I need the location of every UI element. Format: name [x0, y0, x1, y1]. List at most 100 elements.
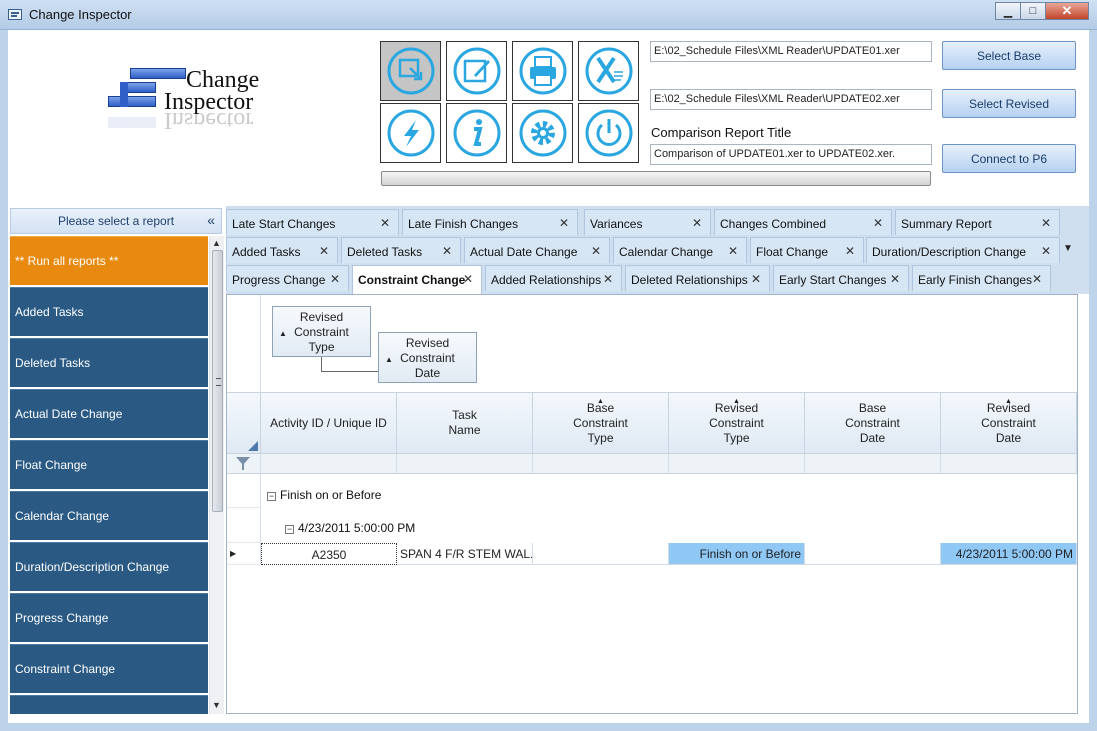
change-inspector-logo: Change Inspector Inspector — [100, 66, 290, 166]
sidebar-item-partial[interactable] — [10, 695, 208, 714]
collapse-group-icon[interactable]: − — [285, 525, 294, 534]
tab-calendar-change[interactable]: Calendar Change ✕ — [613, 237, 747, 263]
current-row-pointer-icon[interactable]: ▶ — [227, 543, 261, 565]
close-tab-icon[interactable]: ✕ — [319, 244, 329, 258]
tab-progress-change[interactable]: Progress Change ✕ — [226, 265, 349, 291]
tab-label: Variances — [590, 217, 643, 231]
tab-early-finish-changes[interactable]: Early Finish Changes ✕ — [912, 265, 1051, 291]
cell-revised-constraint-date[interactable]: 4/23/2011 5:00:00 PM — [941, 543, 1077, 565]
sidebar-item-run-all[interactable]: ** Run all reports ** — [10, 236, 208, 285]
close-tab-icon[interactable]: ✕ — [330, 272, 340, 286]
tab-actual-date-change[interactable]: Actual Date Change ✕ — [464, 237, 610, 263]
group-chip-revised-constraint-type[interactable]: ▲ Revised Constraint Type — [272, 306, 371, 357]
close-tab-icon[interactable]: ✕ — [692, 216, 702, 230]
filter-cell[interactable] — [941, 454, 1077, 474]
select-base-button[interactable]: Select Base — [942, 41, 1076, 70]
tab-summary-report[interactable]: Summary Report ✕ — [895, 209, 1060, 235]
run-button[interactable] — [380, 103, 441, 163]
close-tab-icon[interactable]: ✕ — [728, 244, 738, 258]
collapse-group-icon[interactable]: − — [267, 492, 276, 501]
close-tab-icon[interactable]: ✕ — [890, 272, 900, 286]
group-chip-revised-constraint-date[interactable]: ▲ Revised Constraint Date — [378, 332, 477, 383]
header-text: Date — [995, 430, 1022, 445]
tab-late-finish-changes[interactable]: Late Finish Changes ✕ — [402, 209, 578, 235]
tab-deleted-relationships[interactable]: Deleted Relationships ✕ — [625, 265, 770, 291]
base-file-path-input[interactable]: E:\02_Schedule Files\XML Reader\UPDATE01… — [650, 41, 932, 62]
print-button[interactable] — [512, 41, 573, 101]
cell-base-constraint-date[interactable] — [805, 543, 941, 565]
tab-variances[interactable]: Variances ✕ — [584, 209, 711, 235]
exit-button[interactable] — [578, 103, 639, 163]
close-tab-icon[interactable]: ✕ — [1041, 244, 1051, 258]
close-window-button[interactable]: ✕ — [1045, 2, 1089, 20]
close-tab-icon[interactable]: ✕ — [1041, 216, 1051, 230]
cell-base-constraint-type[interactable] — [533, 543, 669, 565]
filter-cell[interactable] — [261, 454, 397, 474]
tab-added-relationships[interactable]: Added Relationships ✕ — [485, 265, 622, 291]
filter-cell[interactable] — [805, 454, 941, 474]
filter-row-header[interactable] — [227, 454, 261, 474]
excel-export-button[interactable] — [578, 41, 639, 101]
close-tab-icon[interactable]: ✕ — [463, 272, 473, 286]
scrollbar-thumb[interactable] — [212, 250, 223, 512]
cell-revised-constraint-type[interactable]: Finish on or Before — [669, 543, 805, 565]
sidebar-item-progress-change[interactable]: Progress Change — [10, 593, 208, 642]
minimize-button[interactable]: ▁ — [995, 2, 1021, 20]
sidebar-item-duration-description-change[interactable]: Duration/Description Change — [10, 542, 208, 591]
scroll-down-icon[interactable]: ▼ — [212, 700, 221, 710]
close-tab-icon[interactable]: ✕ — [591, 244, 601, 258]
close-tab-icon[interactable]: ✕ — [873, 216, 883, 230]
close-tab-icon[interactable]: ✕ — [845, 244, 855, 258]
tab-float-change[interactable]: Float Change ✕ — [750, 237, 864, 263]
chip-line: Constraint — [294, 325, 349, 339]
column-header-revised-constraint-type[interactable]: ▲ Revised Constraint Type — [669, 393, 805, 454]
filter-cell[interactable] — [533, 454, 669, 474]
header-text: Date — [859, 430, 886, 445]
tab-early-start-changes[interactable]: Early Start Changes ✕ — [773, 265, 909, 291]
sidebar-scrollbar[interactable]: ▲ ▼ — [209, 236, 224, 714]
scroll-up-icon[interactable]: ▲ — [212, 238, 221, 248]
tab-deleted-tasks[interactable]: Deleted Tasks ✕ — [341, 237, 461, 263]
close-tab-icon[interactable]: ✕ — [603, 272, 613, 286]
tab-added-tasks[interactable]: Added Tasks ✕ — [226, 237, 338, 263]
column-header-activity-id[interactable]: Activity ID / Unique ID — [261, 393, 397, 454]
collapse-sidebar-icon[interactable]: « — [207, 212, 215, 228]
import-button[interactable] — [380, 41, 441, 101]
logo-reflection-text: Inspector — [164, 107, 254, 133]
close-tab-icon[interactable]: ✕ — [1032, 272, 1042, 286]
group-row-constraint-date[interactable]: −4/23/2011 5:00:00 PM — [285, 521, 1097, 535]
filter-cell[interactable] — [397, 454, 533, 474]
tab-duration-description-change[interactable]: Duration/Description Change ✕ — [866, 237, 1060, 263]
tab-label: Deleted Relationships — [631, 273, 748, 287]
sidebar-item-added-tasks[interactable]: Added Tasks — [10, 287, 208, 336]
cell-task-name[interactable]: SPAN 4 F/R STEM WAL... — [397, 543, 533, 565]
tab-late-start-changes[interactable]: Late Start Changes ✕ — [226, 209, 399, 235]
column-header-revised-constraint-date[interactable]: ▲ Revised Constraint Date — [941, 393, 1077, 454]
column-header-base-constraint-type[interactable]: ▲ Base Constraint Type — [533, 393, 669, 454]
cell-activity-id[interactable]: A2350 — [261, 543, 397, 565]
column-header-task-name[interactable]: Task Name — [397, 393, 533, 454]
tab-constraint-change[interactable]: Constraint Change ✕ — [352, 265, 482, 295]
more-tabs-dropdown-icon[interactable]: ▼ — [1063, 243, 1073, 254]
settings-button[interactable] — [512, 103, 573, 163]
sidebar-item-calendar-change[interactable]: Calendar Change — [10, 491, 208, 540]
group-row-constraint-type[interactable]: − Finish on or Before — [267, 488, 1083, 502]
revised-file-path-input[interactable]: E:\02_Schedule Files\XML Reader\UPDATE02… — [650, 89, 932, 110]
close-tab-icon[interactable]: ✕ — [559, 216, 569, 230]
select-revised-button[interactable]: Select Revised — [942, 89, 1076, 118]
sidebar-item-float-change[interactable]: Float Change — [10, 440, 208, 489]
connect-to-p6-button[interactable]: Connect to P6 — [942, 144, 1076, 173]
filter-cell[interactable] — [669, 454, 805, 474]
sidebar-item-actual-date-change[interactable]: Actual Date Change — [10, 389, 208, 438]
edit-button[interactable] — [446, 41, 507, 101]
close-tab-icon[interactable]: ✕ — [442, 244, 452, 258]
sidebar-item-constraint-change[interactable]: Constraint Change — [10, 644, 208, 693]
maximize-button[interactable]: □ — [1020, 2, 1046, 20]
close-tab-icon[interactable]: ✕ — [751, 272, 761, 286]
sidebar-item-deleted-tasks[interactable]: Deleted Tasks — [10, 338, 208, 387]
info-button[interactable] — [446, 103, 507, 163]
tab-changes-combined[interactable]: Changes Combined ✕ — [714, 209, 892, 235]
close-tab-icon[interactable]: ✕ — [380, 216, 390, 230]
comparison-report-title-input[interactable]: Comparison of UPDATE01.xer to UPDATE02.x… — [650, 144, 932, 165]
column-header-base-constraint-date[interactable]: Base Constraint Date — [805, 393, 941, 454]
